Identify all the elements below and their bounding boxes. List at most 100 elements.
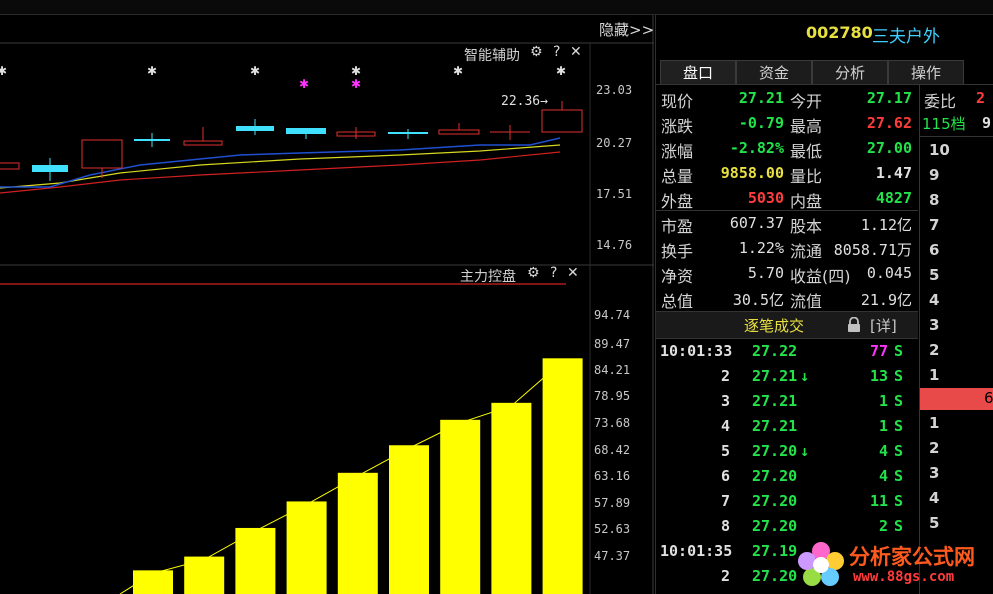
tick-price: 27.22 (752, 342, 798, 360)
signal-star-icon: ✱ (0, 64, 7, 78)
signal-star-icon: ✱ (250, 64, 260, 78)
top-panel-help-icon[interactable]: ? (553, 44, 560, 60)
tick-volume: 1 (878, 417, 888, 435)
top-toolbar (0, 0, 993, 15)
bottom-axis-label: 52.63 (594, 522, 631, 536)
top-panel-gear-icon[interactable]: ⚙ (530, 44, 543, 60)
value-zuigao: 27.62 (866, 114, 912, 132)
tick-volume: 4 (878, 442, 888, 460)
label-neipan: 内盘 (790, 192, 823, 211)
tick-side: S (894, 467, 904, 485)
signal-star-icon: ✱ (299, 77, 309, 91)
value-zuidi: 27.00 (866, 139, 912, 157)
top-panel-close-icon[interactable]: ✕ (570, 44, 582, 60)
bottom-axis-label: 57.89 (594, 496, 631, 510)
tick-time: 5 (720, 442, 730, 460)
bottom-panel-help-icon[interactable]: ? (550, 265, 557, 281)
bar (389, 445, 429, 594)
tick-time: 3 (720, 392, 730, 410)
tick-time: 7 (720, 492, 730, 510)
bottom-axis-label: 47.37 (594, 549, 631, 563)
bar (235, 527, 276, 594)
label-huanshou: 换手 (661, 242, 694, 261)
value-weibi: 2 (976, 89, 986, 107)
label-shiying: 市盈 (661, 217, 694, 236)
hide-panel-button[interactable]: 隐藏>> (599, 19, 654, 40)
bottom-panel-gear-icon[interactable]: ⚙ (527, 265, 540, 281)
flower-logo-icon (798, 542, 844, 586)
watermark-text: 分析家公式网 (849, 545, 975, 569)
value-zongliang: 9858.00 (720, 164, 784, 182)
tick-side: S (894, 492, 904, 510)
tick-side: S (894, 442, 904, 460)
label-zuidi: 最低 (790, 142, 823, 161)
ladder-level: 4 (929, 291, 940, 309)
tab-pankou[interactable]: 盘口 (660, 60, 736, 85)
label-jingzi: 净资 (661, 267, 694, 286)
tick-price: 27.20 (752, 467, 798, 485)
tick-price: 27.20 (752, 442, 798, 460)
signal-star-icon: ✱ (351, 64, 361, 78)
ladder-level: 9 (929, 166, 940, 184)
tab-fenxi[interactable]: 分析 (812, 60, 888, 85)
value-zhangdie: -0.79 (738, 114, 784, 132)
ticks-title[interactable]: 逐笔成交 (744, 315, 804, 336)
bottom-axis-label: 73.68 (594, 416, 631, 430)
value-liuzhi: 21.9亿 (860, 291, 912, 309)
value-neipan: 4827 (875, 189, 912, 207)
label-waipan: 外盘 (661, 192, 694, 211)
tick-price: 27.20 (752, 517, 798, 535)
bottom-panel-close-icon[interactable]: ✕ (567, 265, 579, 281)
ladder-level: 3 (929, 464, 940, 482)
tab-zijin[interactable]: 资金 (736, 60, 812, 85)
tick-time: 10:01:33 (660, 342, 733, 360)
bottom-panel-title: 主力控盘 (460, 269, 516, 285)
watermark: 分析家公式网 www.88gs.com (795, 535, 993, 594)
stock-name: 三夫户外 (872, 27, 940, 47)
detail-link[interactable]: [详] (870, 315, 897, 336)
top-axis-label: 14.76 (596, 238, 633, 252)
bottom-axis-label: 94.74 (594, 308, 631, 322)
bottom-axis-label: 63.16 (594, 469, 631, 483)
ladder-level: 2 (929, 341, 940, 359)
top-panel-title: 智能辅助 (464, 48, 520, 64)
tick-side: S (894, 517, 904, 535)
tick-side: S (894, 342, 904, 360)
tick-price: 27.21 (752, 392, 798, 410)
bar (491, 402, 532, 594)
candle (286, 128, 326, 134)
value-shouyi: 0.045 (866, 264, 912, 282)
label-jinkai: 今开 (790, 92, 823, 111)
top-axis-label: 23.03 (596, 83, 633, 97)
label-zhangdie: 涨跌 (661, 117, 694, 136)
label-liangbi: 量比 (790, 167, 823, 186)
tick-arrow: ↓ (800, 442, 810, 460)
signal-star-icon: ✱ (453, 64, 463, 78)
ladder-level: 3 (929, 316, 940, 334)
tab-caozuo[interactable]: 操作 (888, 60, 964, 85)
tick-time: 8 (720, 517, 730, 535)
ladder-level: 5 (929, 514, 940, 532)
bar (440, 419, 481, 594)
bar (542, 358, 583, 594)
watermark-url: www.88gs.com (853, 569, 955, 585)
ladder-current-bar (920, 388, 993, 410)
label-guben: 股本 (790, 217, 823, 236)
value-shiying: 607.37 (729, 214, 784, 232)
ladder-level: 1 (929, 414, 940, 432)
ladder-level: 5 (929, 266, 940, 284)
bottom-axis-label: 68.42 (594, 443, 631, 457)
ladder-level: 8 (929, 191, 940, 209)
value-guben: 1.12亿 (860, 216, 912, 234)
tick-volume: 4 (878, 467, 888, 485)
tick-price: 27.21 (752, 417, 798, 435)
chart-area: ✱ ✱ ✱ ✱ ✱ ✱ ✱ ✱ (0, 15, 654, 594)
ladder-level: 6 (929, 241, 940, 259)
lock-icon[interactable] (847, 316, 861, 333)
ladder-level: 4 (929, 489, 940, 507)
tick-arrow: ↓ (800, 367, 810, 385)
value-jinkai: 27.17 (866, 89, 912, 107)
quote-panel: 002780 三夫户外 盘口 资金 分析 操作 现价 27.21 今开 27.1… (655, 15, 993, 594)
ladder-level: 7 (929, 216, 940, 234)
tick-time: 6 (720, 467, 730, 485)
